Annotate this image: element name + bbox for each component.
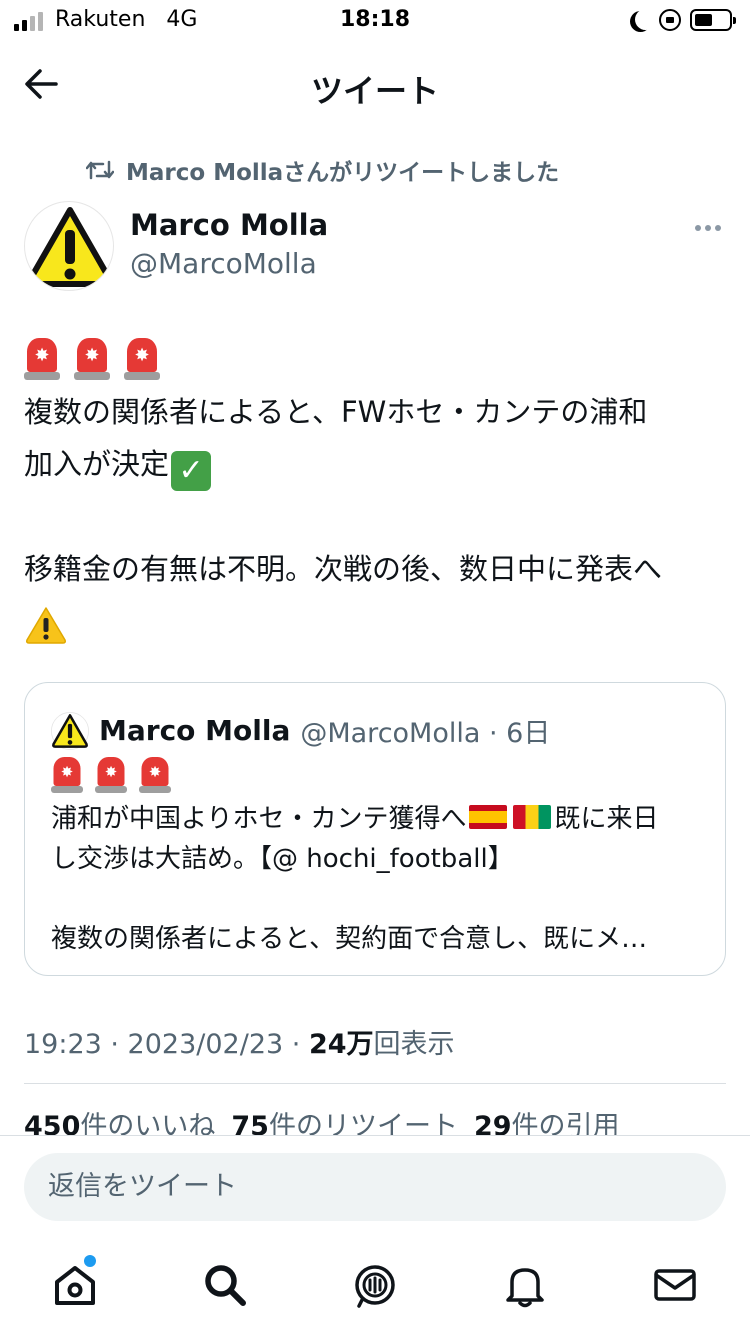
tweet-timestamp: 19:23 · 2023/02/23 · 24万回表示 xyxy=(24,1029,455,1060)
page-title: ツイート xyxy=(310,72,439,110)
retweet-icon xyxy=(86,160,114,180)
view-count: 24万 xyxy=(308,1029,374,1060)
siren-icon: ✸ xyxy=(95,757,127,793)
spain-flag-icon xyxy=(469,805,508,829)
quoted-tweet-line: 浦和が中国よりホセ・カンテ獲得へ 既に来日 xyxy=(51,804,659,834)
siren-emoji-row: ✸ ✸ ✸ xyxy=(24,338,724,386)
arrow-left-icon xyxy=(25,69,58,99)
tab-home[interactable] xyxy=(50,1260,100,1310)
author-name[interactable]: Marco Molla xyxy=(130,208,328,242)
siren-icon: ✸ xyxy=(124,338,160,380)
messages-icon xyxy=(654,1269,696,1301)
quoted-tweet-line: し交渉は大詰め。【@ hochi_football】 xyxy=(51,844,514,874)
status-bar: Rakuten 4G 18:18 xyxy=(0,0,750,40)
back-button[interactable] xyxy=(20,62,64,106)
tab-messages[interactable] xyxy=(650,1260,700,1310)
notification-dot xyxy=(84,1255,96,1267)
tab-search[interactable] xyxy=(200,1260,250,1310)
divider xyxy=(24,1083,726,1084)
bottom-tab-bar xyxy=(0,1240,750,1334)
home-icon xyxy=(55,1266,95,1305)
siren-icon: ✸ xyxy=(51,757,83,793)
quoted-tweet-line: 複数の関係者によると、契約面で合意し、既にメ… xyxy=(51,924,648,954)
reply-input[interactable]: 返信をツイート xyxy=(24,1153,726,1221)
warning-icon xyxy=(26,607,66,644)
search-icon xyxy=(205,1265,246,1306)
quoted-tweet-body: ✸ ✸ ✸ 浦和が中国よりホセ・カンテ獲得へ 既に来日 し交渉は大詰め。【@ ho… xyxy=(51,757,711,959)
notifications-icon xyxy=(506,1268,544,1308)
tweet-line: 移籍金の有無は不明。次戦の後、数日中に発表へ xyxy=(24,552,663,586)
likes-stat[interactable]: 450件のいいね xyxy=(24,1111,215,1136)
battery-icon xyxy=(690,9,736,31)
warning-icon xyxy=(27,207,113,287)
author-handle[interactable]: @MarcoMolla xyxy=(130,247,317,280)
guinea-flag-icon xyxy=(513,805,552,829)
tweet-line: 複数の関係者によると、FWホセ・カンテの浦和 xyxy=(24,395,648,429)
siren-icon: ✸ xyxy=(74,338,110,380)
spaces-icon xyxy=(355,1265,395,1308)
engagement-stats: 450件のいいね 75件のリツイート 29件の引用 xyxy=(24,1104,726,1136)
siren-icon: ✸ xyxy=(24,338,60,380)
retweet-context-label: Marco Mollaさんがリツイートしました xyxy=(126,160,560,186)
do-not-disturb-icon xyxy=(635,9,656,30)
quoted-tweet-card[interactable]: Marco Molla @MarcoMolla · 6日 ✸ ✸ ✸ 浦和が中国… xyxy=(24,682,726,976)
quoted-author-name: Marco Molla xyxy=(99,714,291,747)
avatar[interactable] xyxy=(24,201,114,291)
retweets-stat[interactable]: 75件のリツイート xyxy=(231,1111,458,1136)
siren-emoji-row: ✸ ✸ ✸ xyxy=(51,757,711,799)
more-options-button[interactable] xyxy=(690,218,726,238)
tweet-line: 加入が決定 ✓ xyxy=(24,438,724,491)
check-mark-icon: ✓ xyxy=(171,451,212,491)
tab-spaces[interactable] xyxy=(350,1260,400,1310)
quoted-author-handle: @MarcoMolla · 6日 xyxy=(300,718,551,749)
quotes-stat[interactable]: 29件の引用 xyxy=(474,1111,620,1136)
navigation-header: ツイート xyxy=(0,48,750,120)
tab-notifications[interactable] xyxy=(500,1260,550,1310)
rotation-lock-icon xyxy=(659,9,681,31)
siren-icon: ✸ xyxy=(139,757,171,793)
warning-icon xyxy=(51,711,89,750)
tweet-text: ✸ ✸ ✸ 複数の関係者によると、FWホセ・カンテの浦和 加入が決定 ✓ 移籍金の… xyxy=(24,335,724,645)
quoted-tweet-header: Marco Molla @MarcoMolla · 6日 xyxy=(51,711,550,750)
retweet-context[interactable]: Marco Mollaさんがリツイートしました xyxy=(86,153,559,187)
